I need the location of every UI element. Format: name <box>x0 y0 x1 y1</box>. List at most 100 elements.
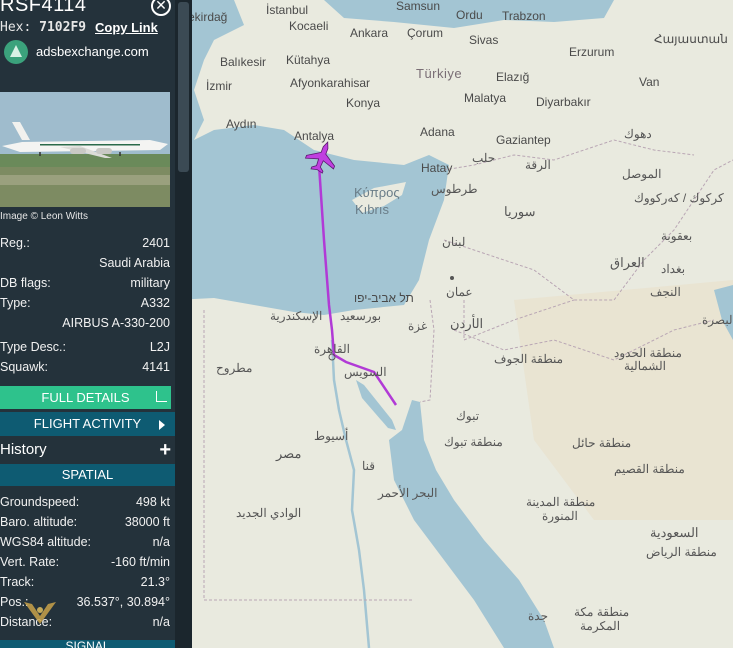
map-label-afyon: Afyonkarahisar <box>290 76 371 90</box>
map-label-izmir: İzmir <box>206 79 232 93</box>
adsbexchange-logo-icon[interactable] <box>4 40 28 64</box>
map-label-kocaeli: Kocaeli <box>289 19 329 33</box>
map-label-telaviv: תל אביב-יפו <box>354 291 414 305</box>
map-label-hail: منطقة حائل <box>572 436 632 450</box>
map-label-konya: Konya <box>346 96 381 110</box>
watermark-logo-icon <box>24 602 56 624</box>
map-label-qassim: منطقة القصيم <box>614 462 685 476</box>
map-label-tabuk: تبوك <box>456 409 480 423</box>
map-label-jeddah: جدة <box>528 609 549 623</box>
detail-row-country: Saudi Arabia <box>0 256 170 272</box>
detail-row-dbflags: DB flags: military <box>0 276 170 292</box>
history-value: n/a <box>152 535 170 549</box>
map-label-gaziantep: Gaziantep <box>496 133 551 147</box>
map-label-armenia: Հայաստան <box>654 32 728 46</box>
map-label-qena: قنا <box>362 459 376 473</box>
map-label-madinah-1: منطقة المدينة <box>526 495 596 509</box>
history-value: -160 ft/min <box>110 555 170 569</box>
aircraft-photo[interactable] <box>0 92 170 207</box>
map-label-kutahya: Kütahya <box>286 53 331 67</box>
map-label-aydin: Aydın <box>226 117 257 131</box>
map-label-tartus: طرطوس <box>431 182 478 196</box>
map-label-antalya: Antalya <box>294 129 335 143</box>
signal-section-header[interactable]: SIGNAL <box>0 640 175 648</box>
detail-label: DB flags: <box>0 276 51 290</box>
detail-row-typedesc: Type Desc.: L2J <box>0 340 170 356</box>
close-icon[interactable]: ✕ <box>151 0 171 16</box>
detail-label: Reg.: <box>0 236 30 250</box>
map-label-istanbul: İstanbul <box>266 3 309 17</box>
history-label: WGS84 altitude: <box>0 535 92 549</box>
map-label-makkah-1: منطقة مكة <box>574 605 630 619</box>
map-label-ankara: Ankara <box>350 26 389 40</box>
history-row-track: Track: 21.3° <box>0 575 170 591</box>
map-label-baqubah: بعقوبة <box>661 229 693 243</box>
history-label: Track: <box>0 575 35 589</box>
callsign: RSF4114 <box>0 0 87 16</box>
map-label-cyprus-el: Κύπρος <box>354 185 400 200</box>
map-label-saudi: السعودية <box>650 525 699 540</box>
scrollbar-thumb[interactable] <box>178 2 189 172</box>
hex-line: Hex: 7102F9 <box>0 20 86 35</box>
map-label-syria: سوريا <box>504 204 536 219</box>
history-row-baro-alt: Baro. altitude: 38000 ft <box>0 515 170 531</box>
history-value: 498 kt <box>135 495 170 509</box>
history-value: 38000 ft <box>124 515 170 529</box>
map-label-madinah-2: المنورة <box>542 509 578 523</box>
spatial-section-header[interactable]: SPATIAL <box>0 464 175 486</box>
map-label-gaza: غزة <box>408 319 428 333</box>
detail-value: L2J <box>149 340 170 354</box>
panel-scrollbar[interactable] <box>175 0 192 648</box>
map-label-malatya: Malatya <box>464 91 507 105</box>
map-label-makkah-2: المكرمة <box>580 619 621 633</box>
map-label-cairo: القاهرة <box>314 342 350 356</box>
map-label-iraq: العراق <box>610 255 645 270</box>
full-details-button[interactable]: FULL DETAILS <box>0 386 171 409</box>
map-label-basra: البصرة <box>702 313 733 327</box>
history-label: Baro. altitude: <box>0 515 78 529</box>
history-value: n/a <box>152 615 170 629</box>
map-label-jawf: منطقة الجوف <box>494 352 564 366</box>
map-view[interactable]: Tekirdağ İstanbul Kocaeli Samsun Ordu Tr… <box>174 0 733 648</box>
map-label-mosul: الموصل <box>622 167 662 181</box>
plus-icon[interactable]: + <box>159 439 171 462</box>
detail-value: 4141 <box>142 360 170 374</box>
map-label-northern-borders-2: الشمالية <box>624 359 666 373</box>
map-label-matruh: مطروح <box>216 361 253 375</box>
map-label-hatay: Hatay <box>421 161 453 175</box>
map-label-turkiye: Türkiye <box>416 66 463 81</box>
flight-activity-button[interactable]: FLIGHT ACTIVITY <box>0 412 175 436</box>
map-label-samsun: Samsun <box>396 0 441 13</box>
history-row-wgs84-alt: WGS84 altitude: n/a <box>0 535 170 551</box>
copy-link-button[interactable]: Copy Link <box>95 20 158 35</box>
photo-credit: Image © Leon Witts <box>0 211 88 222</box>
history-header[interactable]: History + <box>0 439 175 462</box>
detail-label: Squawk: <box>0 360 48 374</box>
map-label-riyadh-region: منطقة الرياض <box>646 545 717 559</box>
map-label-van: Van <box>639 75 660 89</box>
history-value: 21.3° <box>140 575 170 589</box>
map-label-sivas: Sivas <box>469 33 499 47</box>
detail-value[interactable]: 2401 <box>142 236 170 250</box>
map-label-amman: عمان <box>446 285 473 299</box>
detail-label: Type Desc.: <box>0 340 66 354</box>
map-label-jordan: الأردن <box>450 316 484 331</box>
history-label: Groundspeed: <box>0 495 80 509</box>
map-label-suez: السويس <box>344 365 387 379</box>
map-label-baghdad: بغداد <box>661 262 686 276</box>
map-label-cyprus-tr: Kıbrıs <box>355 202 389 217</box>
map-label-najaf: النجف <box>650 285 681 299</box>
map-label-lebanon: لبنان <box>442 235 466 249</box>
source-link[interactable]: adsbexchange.com <box>36 44 149 59</box>
hex-value: 7102F9 <box>39 20 87 35</box>
map-label-new-valley: الوادي الجديد <box>236 506 302 520</box>
history-value: 36.537°, 30.894° <box>76 595 170 609</box>
map-label-dohuk: دهوك <box>624 127 652 141</box>
map-label-tabuk-region: منطقة تبوك <box>444 435 503 449</box>
map-label-raqqa: الرقة <box>525 158 551 172</box>
detail-row-squawk: Squawk: 4141 <box>0 360 170 376</box>
map-label-diyarbakir: Diyarbakır <box>536 95 591 109</box>
map-label-elazig: Elazığ <box>496 70 530 84</box>
detail-row-type: Type: A332 <box>0 296 170 312</box>
map-label-corum: Çorum <box>407 26 444 40</box>
